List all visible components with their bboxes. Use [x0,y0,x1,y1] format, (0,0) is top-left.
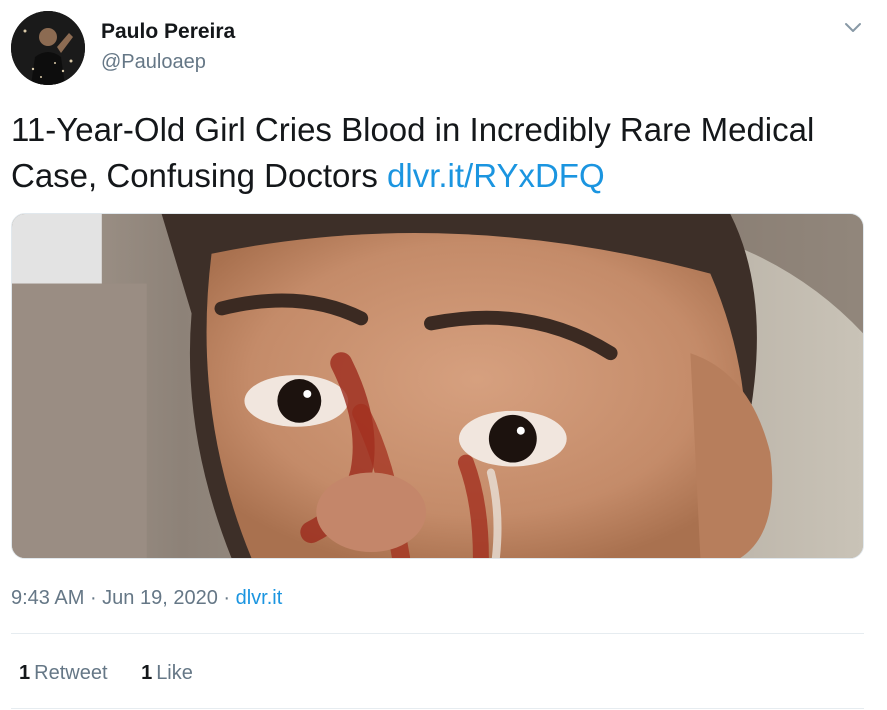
tweet-link[interactable]: dlvr.it/RYxDFQ [387,157,605,194]
retweets-count: 1 [19,662,31,684]
tweet-text: 11-Year-Old Girl Cries Blood in Incredib… [11,107,871,199]
retweets-stat[interactable]: 1 Retweet [19,660,108,686]
tweet-time[interactable]: 9:43 AM [11,587,84,609]
tweet-stats: 1 Retweet 1 Like [19,660,221,686]
girl-photo [12,214,863,558]
author-avatar[interactable] [11,11,85,85]
author-handle[interactable]: @Pauloaep [101,50,206,74]
tweet-meta: 9:43 AM · Jun 19, 2020 · dlvr.it [11,584,282,612]
divider [11,708,864,709]
chevron-down-icon [845,23,861,32]
meta-separator: · [84,587,103,609]
tweet-card: Paulo Pereira @Pauloaep 11-Year-Old Girl… [0,0,887,710]
meta-separator: · [217,587,236,609]
divider [11,633,864,634]
author-name[interactable]: Paulo Pereira [101,19,235,45]
likes-stat[interactable]: 1 Like [141,660,193,686]
tweet-media-photo[interactable] [11,213,864,559]
tweet-menu-button[interactable] [838,15,868,41]
retweets-label: Retweet [34,662,108,684]
tweet-source-link[interactable]: dlvr.it [236,587,283,609]
likes-label: Like [156,662,193,684]
avatar-photo [11,11,85,85]
tweet-date[interactable]: Jun 19, 2020 [102,587,218,609]
likes-count: 1 [141,662,153,684]
